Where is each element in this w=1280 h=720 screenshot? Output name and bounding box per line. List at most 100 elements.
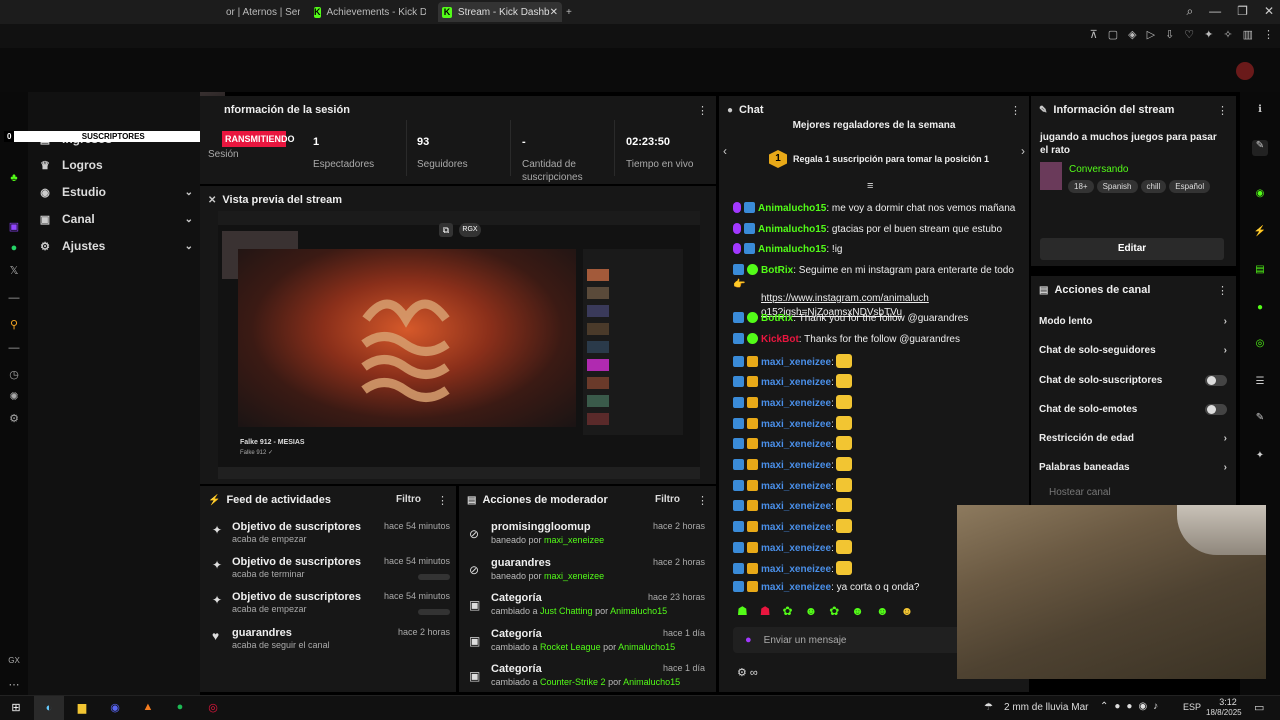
mod-user-link[interactable]: Animalucho15: [618, 642, 675, 652]
more-options-icon[interactable]: ⋮: [697, 104, 708, 117]
chat-username[interactable]: maxi_xeneizee: [761, 377, 831, 388]
chat-username[interactable]: maxi_xeneizee: [761, 564, 831, 575]
weather-icon[interactable]: ☂: [984, 702, 993, 713]
gear-icon[interactable]: ⚙: [6, 412, 22, 426]
chat-username[interactable]: maxi_xeneizee: [761, 460, 831, 471]
more-options-icon[interactable]: ⋮: [1217, 284, 1228, 297]
sidebar-item-ajustes[interactable]: ⚙ Ajustes ⌄: [38, 236, 193, 256]
language-indicator[interactable]: ESP: [1183, 702, 1201, 712]
discord-icon[interactable]: ◉: [107, 701, 123, 716]
bolt-icon[interactable]: ⚡: [1252, 226, 1268, 242]
close-icon[interactable]: ✕: [208, 195, 216, 206]
minimize-icon[interactable]: —: [1209, 4, 1221, 19]
window-icon[interactable]: ▢: [1108, 28, 1118, 41]
tool-icon[interactable]: ⚲: [6, 318, 22, 332]
edit-icon[interactable]: ✎: [1252, 140, 1268, 156]
weather-text[interactable]: 2 mm de lluvia Mar: [1004, 702, 1088, 713]
chat-username[interactable]: Animalucho15: [758, 203, 826, 214]
chat-username[interactable]: maxi_xeneizee: [761, 501, 831, 512]
avatar[interactable]: [1236, 62, 1254, 80]
clock-icon[interactable]: ◷: [6, 368, 22, 382]
list-icon[interactable]: ☰: [1252, 376, 1268, 392]
chat-username[interactable]: maxi_xeneizee: [761, 522, 831, 533]
chat-username[interactable]: maxi_xeneizee: [761, 481, 831, 492]
close-icon[interactable]: ✕: [1264, 4, 1274, 19]
emote-icon[interactable]: ☗: [760, 604, 771, 618]
more-icon[interactable]: ⋯: [6, 678, 22, 692]
search-icon[interactable]: ⌕: [1186, 4, 1193, 19]
twitch-icon[interactable]: ▣: [6, 220, 22, 234]
spotify-icon[interactable]: ●: [172, 701, 188, 716]
emote-icon[interactable]: ☻: [901, 604, 914, 618]
mod-user-link[interactable]: Animalucho15: [610, 606, 667, 616]
emotes-only-toggle[interactable]: [1205, 403, 1227, 415]
info-icon[interactable]: ℹ: [1252, 104, 1268, 120]
emote-icon[interactable]: ☻: [805, 604, 818, 618]
tab-achievements[interactable]: K Achievements - Kick Dash: [314, 2, 426, 22]
chevron-left-icon[interactable]: ‹: [723, 144, 727, 158]
chat-username[interactable]: maxi_xeneizee: [761, 439, 831, 450]
play-icon[interactable]: ▷: [1147, 28, 1155, 41]
emote-icon[interactable]: ✿: [829, 604, 839, 618]
followers-only-row[interactable]: Chat de solo-seguidores ›: [1039, 341, 1227, 359]
tag[interactable]: Español: [1169, 180, 1211, 193]
copy-icon[interactable]: ⧉: [439, 223, 453, 237]
chat-username[interactable]: maxi_xeneizee: [761, 398, 831, 409]
settings-icon[interactable]: ⚙ ∞: [737, 666, 758, 679]
more-icon[interactable]: ⋮: [1263, 28, 1274, 41]
replay-button[interactable]: [418, 574, 450, 580]
browser-icon[interactable]: ◐: [34, 696, 64, 720]
sidebar-item-estudio[interactable]: ◉ Estudio ⌄: [38, 182, 193, 202]
more-options-icon[interactable]: ⋮: [1010, 104, 1021, 117]
stream-preview-video[interactable]: ⧉ RGX Falke 912 - MESIAS Falke 912 ✓: [218, 211, 700, 479]
chat-username[interactable]: KickBot: [761, 334, 799, 345]
chat-username[interactable]: BotRix: [761, 313, 793, 324]
category-link[interactable]: Counter-Strike 2: [540, 677, 606, 687]
puzzle-icon[interactable]: ✧: [1223, 28, 1232, 41]
host-channel-button[interactable]: Hostear canal: [1049, 487, 1111, 498]
tag[interactable]: chill: [1140, 180, 1167, 193]
category-link[interactable]: Conversando: [1069, 164, 1128, 175]
app-icon[interactable]: ▲: [140, 701, 156, 716]
tray-icons[interactable]: ⌃●●◉♪: [1100, 701, 1164, 712]
mod-user-link[interactable]: maxi_xeneizee: [544, 535, 604, 545]
mod-user-link[interactable]: Animalucho15: [623, 677, 680, 687]
chat-username[interactable]: Animalucho15: [758, 244, 826, 255]
emote-icon[interactable]: ✿: [783, 604, 793, 618]
notifications-icon[interactable]: ▭: [1254, 701, 1264, 714]
edit-button[interactable]: Editar: [1040, 238, 1224, 260]
download-icon[interactable]: ⇩: [1165, 28, 1174, 41]
chat-username[interactable]: Animalucho15: [758, 224, 826, 235]
tag[interactable]: Spanish: [1096, 180, 1138, 193]
chat-username[interactable]: maxi_xeneizee: [761, 357, 831, 368]
banned-words-row[interactable]: Palabras baneadas ›: [1039, 458, 1227, 476]
filter-button[interactable]: Filtro: [655, 494, 680, 505]
category-link[interactable]: Rocket League: [540, 642, 601, 652]
filter-button[interactable]: Filtro: [396, 494, 421, 505]
gx-icon[interactable]: GX: [6, 656, 22, 670]
tag[interactable]: 18+: [1068, 180, 1094, 193]
more-options-icon[interactable]: ⋮: [1217, 104, 1228, 117]
pinned-collapse-icon[interactable]: ≡: [867, 180, 873, 192]
x-icon[interactable]: 𝕏: [6, 264, 22, 278]
category-link[interactable]: Just Chatting: [540, 606, 593, 616]
shield-icon[interactable]: ◈: [1128, 28, 1136, 41]
puzzle-icon[interactable]: ✦: [1252, 450, 1268, 466]
tab-stream[interactable]: K Stream - Kick Dashb ✕: [438, 2, 562, 22]
tab-aternos[interactable]: or | Aternos | Servi: [226, 2, 300, 22]
more-options-icon[interactable]: ⋮: [437, 494, 448, 507]
broadcast-icon[interactable]: ◎: [1252, 338, 1268, 354]
close-tab-icon[interactable]: ✕: [550, 7, 558, 18]
chevron-right-icon[interactable]: ›: [1021, 144, 1025, 158]
age-restriction-row[interactable]: Restricción de edad ›: [1039, 429, 1227, 447]
more-options-icon[interactable]: ⋮: [697, 494, 708, 507]
sidebar-item-canal[interactable]: ▣ Canal ⌄: [38, 209, 193, 229]
sidebar-icon[interactable]: ▥: [1243, 28, 1253, 41]
chat-icon[interactable]: ●: [1252, 302, 1268, 318]
bug-icon[interactable]: ✺: [6, 390, 22, 404]
clock-date[interactable]: 18/8/2025: [1206, 708, 1242, 717]
heart-icon[interactable]: ♡: [1184, 28, 1194, 41]
replay-button[interactable]: [418, 609, 450, 615]
emote-icon[interactable]: ☻: [851, 604, 864, 618]
clock-time[interactable]: 3:12: [1212, 697, 1244, 707]
